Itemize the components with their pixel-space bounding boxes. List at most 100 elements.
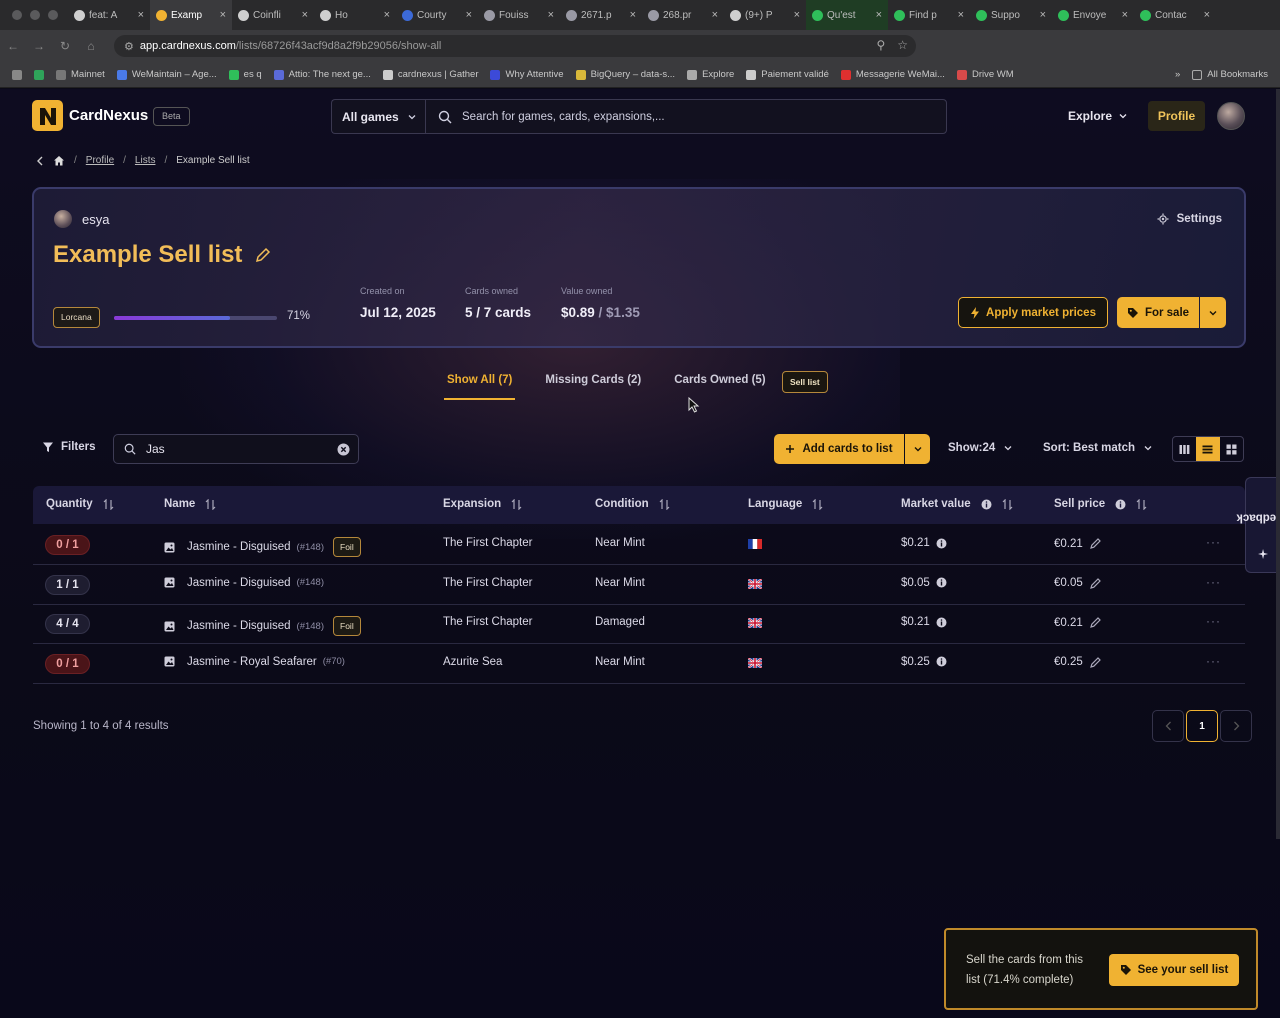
browser-tab[interactable]: Contac × [1134,0,1216,30]
all-bookmarks[interactable]: All Bookmarks [1192,69,1268,80]
image-icon[interactable] [164,621,175,632]
close-tab-icon[interactable]: × [1122,9,1128,21]
site-info-icon[interactable]: ⚙ [124,40,134,53]
edit-price-icon[interactable] [1089,656,1102,669]
close-window-icon[interactable] [12,10,22,20]
browser-tab[interactable]: Coinfli × [232,0,314,30]
bookmark-item[interactable]: cardnexus | Gather [382,69,478,80]
bookmark-item[interactable]: es q [228,69,262,80]
close-tab-icon[interactable]: × [220,9,226,21]
browser-tab[interactable]: (9+) P × [724,0,806,30]
bookmark-star-icon[interactable]: ☆ [897,38,908,52]
column-quantity[interactable]: Quantity [46,498,114,510]
bookmark-item[interactable]: BigQuery – data-s... [575,69,675,80]
quantity-badge[interactable]: 0 / 1 [45,535,90,555]
for-sale-button[interactable]: For sale [1117,297,1199,328]
image-icon[interactable] [164,542,175,553]
see-sell-list-button[interactable]: See your sell list [1109,954,1239,986]
bookmark-item[interactable]: Explore [687,69,734,80]
breadcrumb-profile[interactable]: Profile [86,155,114,166]
edit-price-icon[interactable] [1089,616,1102,629]
info-icon[interactable] [936,538,947,549]
column-name[interactable]: Name [164,498,216,510]
quantity-badge[interactable]: 0 / 1 [45,653,90,674]
prev-page-button[interactable] [1152,710,1184,742]
forward-icon[interactable]: → [26,39,52,53]
bookmark-item[interactable]: Drive WM [956,69,1014,80]
browser-tab[interactable]: Courty × [396,0,478,30]
table-row[interactable]: 4 / 4 Jasmine - Disguised (#148) Foil The Fi… [33,604,1245,645]
add-cards-dropdown[interactable] [905,434,930,464]
edit-price-icon[interactable] [1089,577,1102,590]
browser-tab[interactable]: Envoye × [1052,0,1134,30]
list-search-input[interactable] [113,434,359,464]
column-market-value[interactable]: Market value [901,498,1013,510]
close-tab-icon[interactable]: × [1204,9,1210,21]
next-page-button[interactable] [1220,710,1252,742]
brand-name[interactable]: CardNexus [69,107,148,124]
pencil-icon[interactable] [254,246,272,264]
quantity-badge[interactable]: 4 / 4 [45,614,90,635]
info-icon[interactable] [936,577,947,588]
page-size-select[interactable]: Show:24 [948,442,1013,454]
zoom-icon[interactable]: ⚲ [876,38,885,52]
card-name[interactable]: Jasmine - Disguised [187,541,291,553]
column-expansion[interactable]: Expansion [443,498,522,510]
column-condition[interactable]: Condition [595,498,670,510]
bookmark-item[interactable]: Why Attentive [490,69,564,80]
close-tab-icon[interactable]: × [384,9,390,21]
card-name[interactable]: Jasmine - Disguised [187,577,291,589]
close-tab-icon[interactable]: × [138,9,144,21]
image-icon[interactable] [164,656,175,667]
close-tab-icon[interactable]: × [466,9,472,21]
browser-tab[interactable]: Ho × [314,0,396,30]
browser-tab[interactable]: Find p × [888,0,970,30]
clear-search-icon[interactable] [337,443,350,456]
column-sell-price[interactable]: Sell price [1054,498,1147,510]
close-tab-icon[interactable]: × [630,9,636,21]
reload-icon[interactable]: ↻ [52,39,78,53]
table-row[interactable]: 1 / 1 Jasmine - Disguised (#148) The First … [33,565,1245,605]
maximize-window-icon[interactable] [48,10,58,20]
info-icon[interactable] [936,656,947,667]
home-icon[interactable] [53,155,65,166]
breadcrumb-lists[interactable]: Lists [135,155,156,166]
row-more-icon[interactable]: ··· [1206,614,1221,628]
bookmark-item[interactable]: Attio: The next ge... [273,69,371,80]
page-button[interactable]: 1 [1186,710,1218,742]
bookmark-item[interactable]: Messagerie WeMai... [840,69,945,80]
list-search-field[interactable] [146,442,316,456]
filters-button[interactable]: Filters [42,441,96,453]
table-row[interactable]: 0 / 1 Jasmine - Disguised (#148) Foil The Fi… [33,525,1245,565]
global-search[interactable]: Search for games, cards, expansions,... [425,99,947,134]
owner-name[interactable]: esya [82,212,109,227]
more-bookmarks-icon[interactable]: » [1175,69,1180,80]
close-tab-icon[interactable]: × [302,9,308,21]
row-more-icon[interactable]: ··· [1206,535,1221,549]
table-row[interactable]: 0 / 1 Jasmine - Royal Seafarer (#70) Azurit… [33,644,1245,684]
browser-tab[interactable]: 268.pr × [642,0,724,30]
browser-tab[interactable]: Suppo × [970,0,1052,30]
tab-show-all[interactable]: Show All (7) [443,374,516,400]
view-grid-button[interactable] [1220,437,1243,461]
profile-button[interactable]: Profile [1148,101,1205,131]
bookmark-item[interactable]: Paiement validé [746,69,829,80]
address-bar[interactable]: ⚙ app.cardnexus.com/lists/68726f43acf9d8… [114,35,916,57]
view-columns-button[interactable] [1173,437,1196,461]
browser-tab[interactable]: feat: A × [68,0,150,30]
view-list-button[interactable] [1196,437,1220,461]
bookmark-item[interactable]: Mainnet [56,69,105,80]
edit-price-icon[interactable] [1089,537,1102,550]
chevron-left-icon[interactable] [36,156,44,166]
cardnexus-logo[interactable] [32,100,63,131]
minimize-window-icon[interactable] [30,10,40,20]
info-icon[interactable] [936,617,947,628]
game-selector[interactable]: All games [331,99,425,134]
close-tab-icon[interactable]: × [958,9,964,21]
row-more-icon[interactable]: ··· [1206,575,1221,589]
sheets-icon[interactable] [34,69,44,80]
close-tab-icon[interactable]: × [876,9,882,21]
browser-tab[interactable]: Qu'est × [806,0,888,30]
image-icon[interactable] [164,577,175,588]
close-tab-icon[interactable]: × [1040,9,1046,21]
